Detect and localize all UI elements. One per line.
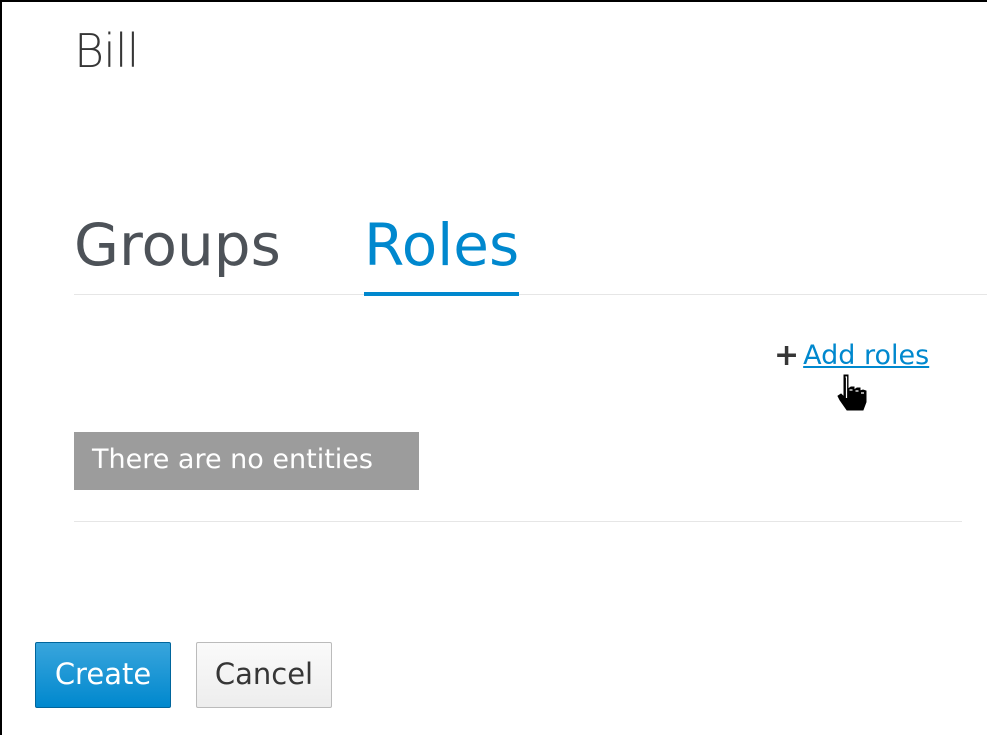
add-roles-link[interactable]: + Add roles: [774, 340, 929, 371]
empty-state-badge: There are no entities: [74, 432, 419, 490]
tab-roles[interactable]: Roles: [364, 210, 520, 296]
plus-icon: +: [774, 337, 800, 373]
section-divider: [74, 521, 962, 522]
create-button[interactable]: Create: [35, 642, 171, 708]
page-title: Bill: [74, 24, 139, 78]
cancel-button[interactable]: Cancel: [196, 642, 332, 708]
add-roles-label: Add roles: [803, 340, 930, 371]
page-frame: Bill Groups Roles + Add roles There are …: [0, 0, 987, 735]
tab-groups[interactable]: Groups: [74, 210, 281, 292]
tab-bar: Groups Roles: [74, 200, 987, 296]
hand-pointer-icon: [837, 374, 867, 411]
